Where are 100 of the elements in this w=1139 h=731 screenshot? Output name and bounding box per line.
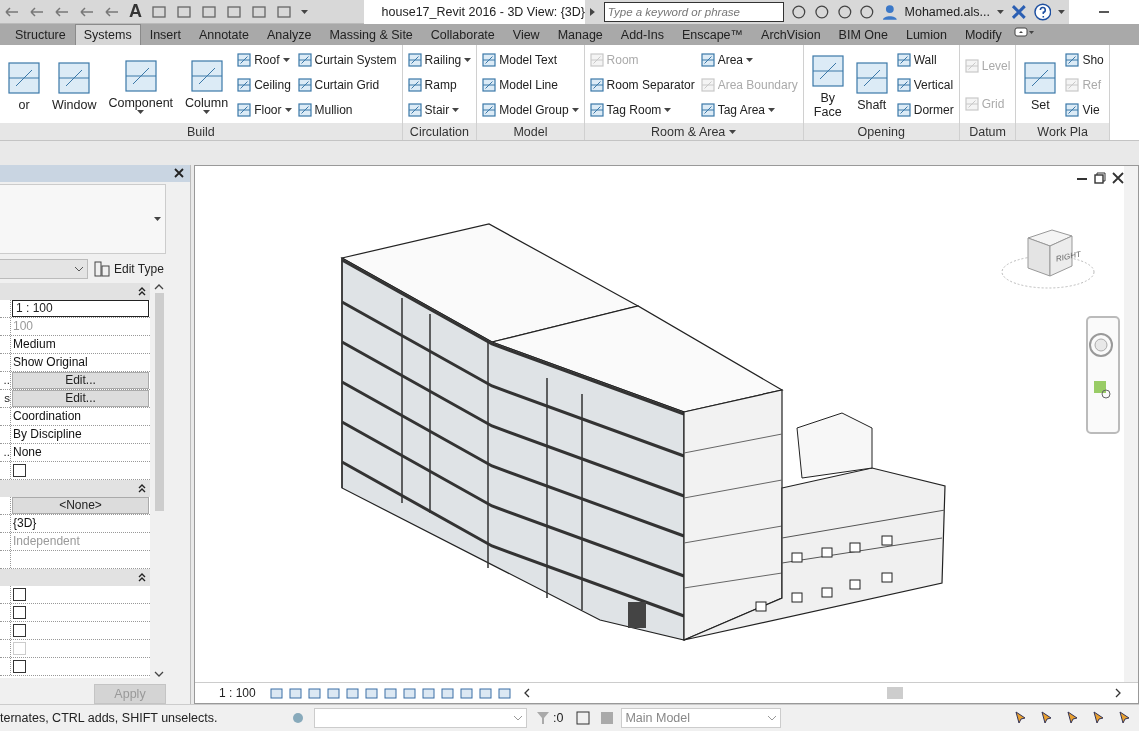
workset-dropdown[interactable] [314,708,527,728]
ribbon-tab[interactable]: Annotate [189,24,258,45]
help-icon[interactable] [1033,3,1052,21]
tool-icon [190,60,223,92]
ribbon-button[interactable]: Ramp [407,74,472,96]
tool-icon [297,103,312,118]
ribbon-button[interactable]: Room Separator [589,74,695,96]
ribbon-button[interactable]: Tag Area [700,99,798,122]
panel-title: Circulation [409,124,469,139]
property-label: s [4,392,10,405]
ribbon-button[interactable]: Wall [896,48,954,71]
ribbon-tab[interactable]: Lumion [896,24,956,45]
ribbon-button[interactable]: Curtain Grid [297,74,397,96]
ribbon-button[interactable]: Roof [237,48,292,71]
ribbon-button[interactable]: Mullion [297,99,397,122]
user-icon[interactable] [881,4,898,20]
ribbon-button[interactable]: Vie [1065,99,1104,122]
collapse-icon[interactable] [138,286,146,296]
property-value: Show Original [12,355,88,370]
ribbon-tab[interactable]: Enscape™ [672,24,753,45]
collapse-icon[interactable] [138,483,146,493]
edit-type-icon[interactable] [94,260,110,277]
tool-icon [1065,52,1080,67]
ribbon-button[interactable]: Window [49,58,100,112]
ribbon-button[interactable]: Model Group [482,99,579,122]
ribbon-button[interactable]: Model Line [482,74,579,96]
tool-icon [896,78,911,92]
ribbon-button[interactable]: Stair [407,99,472,122]
ribbon-tab[interactable]: BIM One [829,24,897,45]
ribbon-button[interactable]: Vertical [896,74,954,96]
ribbon-button[interactable]: Shaft [852,58,891,112]
ribbon-button[interactable]: Sho [1065,48,1104,71]
text-tool[interactable]: A [129,1,142,22]
ribbon-button[interactable]: Area [700,48,798,71]
ribbon-tab[interactable]: Insert [140,24,190,45]
ribbon-button[interactable]: Model Text [482,48,579,71]
vertical-scrollbar[interactable] [1124,166,1138,682]
ribbon-button[interactable]: Floor [237,99,292,122]
close-icon[interactable] [174,168,184,179]
collapse-icon[interactable] [138,572,146,582]
tool-icon [407,78,422,92]
close-icon[interactable] [1112,172,1124,184]
tool-icon [964,59,979,73]
ribbon-tab[interactable]: Modify [955,24,1011,45]
ribbon-tab[interactable]: Systems [74,24,141,45]
selection-count: :0 [553,711,564,725]
scroll-thumb[interactable] [886,687,903,699]
ribbon-tab[interactable]: Structure [6,24,75,45]
ribbon-tab[interactable]: Manage [548,24,612,45]
scroll-up-icon[interactable] [154,282,164,291]
ribbon-button[interactable]: Curtain System [297,48,397,71]
ribbon-tab[interactable]: Add-Ins [611,24,673,45]
restore-icon[interactable] [1094,172,1106,184]
ribbon-tab[interactable]: View [503,24,549,45]
tool-icon [237,78,252,92]
ribbon-button[interactable]: Dormer [896,99,954,122]
ribbon-button[interactable]: Column [182,56,232,114]
search-field[interactable]: Type a keyword or phrase [603,2,785,22]
chevron-down-icon[interactable] [513,714,523,722]
edit-type-button[interactable]: Edit Type [94,260,164,277]
ribbon-button[interactable]: Railing [407,48,472,71]
chevron-down-icon[interactable] [767,714,778,722]
scale-field[interactable]: 1 : 100 [12,299,149,317]
view-scale[interactable]: 1 : 100 [219,686,256,700]
property-value: Coordination [12,409,82,424]
chevron-down-icon[interactable] [74,264,84,273]
ribbon-tab[interactable]: Collaborate [421,24,504,45]
ribbon-button[interactable]: Ceiling [237,74,292,96]
scroll-down-icon[interactable] [154,670,164,678]
caret-icon [729,129,737,134]
tool-icon [237,52,252,67]
panel-title: Datum [969,124,1006,139]
tool-icon [237,103,252,118]
checkbox[interactable] [13,623,26,637]
ribbon-button[interactable]: Set [1021,58,1060,112]
scroll-right-icon[interactable] [1114,688,1122,698]
ribbon-button[interactable]: Component [105,56,177,114]
scroll-left-icon[interactable] [522,688,531,698]
ribbon-button[interactable]: or [5,58,43,112]
tool-icon [700,103,715,118]
3d-view-canvas[interactable]: RIGHT [195,166,1138,682]
ribbon-tab[interactable]: Massing & Site [320,24,422,45]
tool-icon [964,97,979,111]
property-label: .. [3,374,10,387]
checkbox[interactable] [13,587,26,601]
design-option-dropdown[interactable]: Main Model [621,708,782,728]
filter-icon[interactable] [535,710,551,726]
user-name[interactable]: Mohamed.als... [904,5,990,19]
ribbon-tab[interactable]: ArchVision [752,24,830,45]
ribbon-button[interactable]: Tag Room [589,99,695,122]
ribbon-tab[interactable]: Analyze [257,24,321,45]
checkbox[interactable] [13,605,26,619]
ribbon-button[interactable]: By Face [808,51,847,119]
property-button[interactable]: Edit... [12,389,149,407]
property-button[interactable]: Edit... [12,371,149,389]
checkbox[interactable] [13,463,26,477]
tool-icon [855,62,888,94]
tool-icon [407,52,422,67]
caret-icon [997,10,1004,14]
checkbox[interactable] [13,659,26,673]
